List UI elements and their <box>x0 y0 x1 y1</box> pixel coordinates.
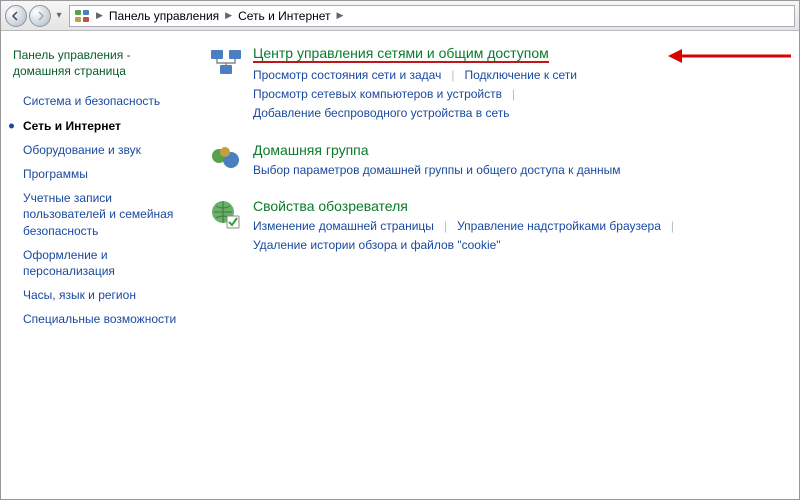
network-sharing-icon <box>209 45 243 79</box>
section-title-internet-options[interactable]: Свойства обозревателя <box>253 198 408 214</box>
crumb-root[interactable]: Панель управления <box>109 9 219 23</box>
section-title-network-sharing[interactable]: Центр управления сетями и общим доступом <box>253 45 549 63</box>
main-panel: 4 Центр управления сетями и общим доступ… <box>191 31 799 499</box>
link-view-network-status[interactable]: Просмотр состояния сети и задач <box>253 66 441 85</box>
history-chevron-icon[interactable]: ▾ <box>53 7 65 25</box>
sidebar-item-accessibility[interactable]: Специальные возможности <box>13 307 179 331</box>
link-add-wireless-device[interactable]: Добавление беспроводного устройства в се… <box>253 104 510 123</box>
section-internet-options: Свойства обозревателя Изменение домашней… <box>209 198 781 255</box>
sidebar-item-clock-language[interactable]: Часы, язык и регион <box>13 283 179 307</box>
address-field[interactable]: ▶ Панель управления ▶ Сеть и Интернет ▶ <box>69 5 795 27</box>
chevron-right-icon: ▶ <box>335 10 346 21</box>
forward-button[interactable] <box>29 5 51 27</box>
sidebar-item-appearance[interactable]: Оформление и персонализация <box>13 243 179 283</box>
chevron-right-icon: ▶ <box>223 10 234 21</box>
link-connect-network[interactable]: Подключение к сети <box>464 66 576 85</box>
sidebar-item-programs[interactable]: Программы <box>13 162 179 186</box>
section-homegroup: Домашняя группа Выбор параметров домашне… <box>209 142 781 180</box>
sidebar-item-user-accounts[interactable]: Учетные записи пользователей и семейная … <box>13 186 179 243</box>
link-change-homepage[interactable]: Изменение домашней страницы <box>253 217 434 236</box>
separator: | <box>434 217 457 236</box>
sidebar-item-hardware-sound[interactable]: Оборудование и звук <box>13 138 179 162</box>
link-homegroup-sharing-options[interactable]: Выбор параметров домашней группы и общег… <box>253 161 621 180</box>
crumb-current[interactable]: Сеть и Интернет <box>238 9 330 23</box>
address-bar: ▾ ▶ Панель управления ▶ Сеть и Интернет … <box>1 1 799 31</box>
sidebar-item-system-security[interactable]: Система и безопасность <box>13 89 179 113</box>
separator: | <box>502 85 525 104</box>
section-title-homegroup[interactable]: Домашняя группа <box>253 142 369 158</box>
section-network-sharing: Центр управления сетями и общим доступом… <box>209 45 781 124</box>
sidebar: Панель управления - домашняя страница Си… <box>1 31 191 499</box>
link-manage-addons[interactable]: Управление надстройками браузера <box>457 217 661 236</box>
link-view-computers[interactable]: Просмотр сетевых компьютеров и устройств <box>253 85 502 104</box>
separator: | <box>661 217 684 236</box>
control-panel-icon <box>74 8 90 24</box>
back-button[interactable] <box>5 5 27 27</box>
separator: | <box>441 66 464 85</box>
nav-buttons: ▾ <box>5 5 65 27</box>
control-panel-home-link[interactable]: Панель управления - домашняя страница <box>13 47 179 79</box>
sidebar-category-list: Система и безопасность Сеть и Интернет О… <box>13 89 179 331</box>
sidebar-item-network-internet[interactable]: Сеть и Интернет <box>13 114 179 138</box>
link-delete-history-cookies[interactable]: Удаление истории обзора и файлов "cookie… <box>253 236 501 255</box>
internet-options-icon <box>209 198 243 232</box>
homegroup-icon <box>209 142 243 176</box>
chevron-right-icon: ▶ <box>94 10 105 21</box>
